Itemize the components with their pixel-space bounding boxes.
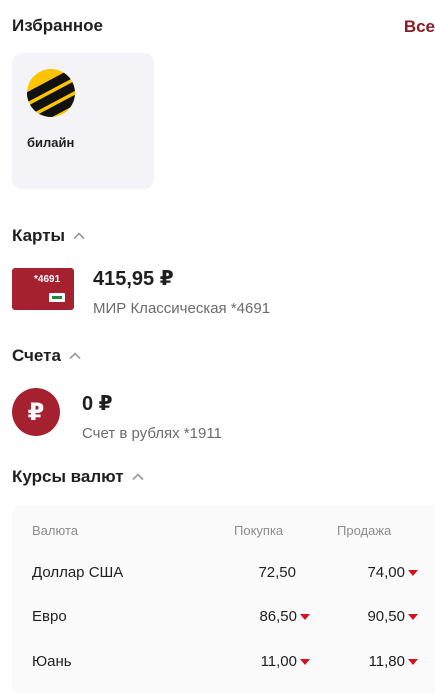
favorites-title: Избранное xyxy=(12,16,103,36)
cards-title: Карты xyxy=(12,226,66,245)
down-arrow-icon xyxy=(408,570,418,577)
rate-row-buy: 72,50 xyxy=(226,564,296,581)
card-balance[interactable]: 415,95 ₽ xyxy=(93,266,174,291)
down-arrow-icon xyxy=(408,659,418,666)
favorite-item-beeline[interactable]: билайн xyxy=(12,53,154,189)
ruble-icon[interactable]: ₽ xyxy=(12,388,60,436)
ruble-icon-glyph: ₽ xyxy=(27,398,45,426)
rates-header-sell: Продажа xyxy=(337,523,392,538)
rate-row-currency: Евро xyxy=(32,608,67,625)
rate-buy-value: 86,50 xyxy=(259,608,297,625)
rates-header-currency: Валюта xyxy=(32,523,78,538)
rates-section-header[interactable]: Курсы валют xyxy=(12,467,146,487)
card-thumbnail-number: *4691 xyxy=(34,274,61,285)
down-arrow-icon xyxy=(300,614,310,621)
favorite-item-label: билайн xyxy=(27,135,75,150)
down-arrow-icon xyxy=(300,659,310,666)
rate-sell-value: 11,80 xyxy=(368,653,405,670)
favorites-all-link[interactable]: Все xyxy=(404,17,435,37)
accounts-section-header[interactable]: Счета xyxy=(12,346,83,366)
account-name: Счет в рублях *1911 xyxy=(82,425,222,442)
card-name: МИР Классическая *4691 xyxy=(93,300,271,317)
cards-section-header[interactable]: Карты xyxy=(12,226,87,246)
rate-buy-value: 72,50 xyxy=(258,564,296,581)
account-balance[interactable]: 0 ₽ xyxy=(82,391,113,416)
rates-header-buy: Покупка xyxy=(234,523,284,538)
rate-sell-value: 90,50 xyxy=(367,608,405,625)
rate-row-buy: 11,00 xyxy=(240,653,310,670)
card-thumbnail[interactable]: *4691 xyxy=(12,268,74,310)
rate-row-buy: 86,50 xyxy=(240,608,310,625)
rate-row-currency: Доллар США xyxy=(32,564,124,581)
down-arrow-icon xyxy=(408,614,418,621)
chevron-up-icon xyxy=(130,469,146,485)
rates-title: Курсы валют xyxy=(12,467,124,486)
rate-row-sell: 11,80 xyxy=(348,653,418,670)
rate-row-currency: Юань xyxy=(32,653,72,670)
chevron-up-icon xyxy=(71,228,87,244)
favorites-title-label: Избранное xyxy=(12,16,103,35)
rate-sell-value: 74,00 xyxy=(367,564,405,581)
rate-row-sell: 74,00 xyxy=(348,564,418,581)
rate-row-sell: 90,50 xyxy=(348,608,418,625)
chevron-up-icon xyxy=(67,348,83,364)
accounts-title: Счета xyxy=(12,346,61,365)
mir-logo-icon xyxy=(49,293,65,302)
beeline-logo-icon xyxy=(27,69,75,117)
rate-buy-value: 11,00 xyxy=(260,653,297,670)
